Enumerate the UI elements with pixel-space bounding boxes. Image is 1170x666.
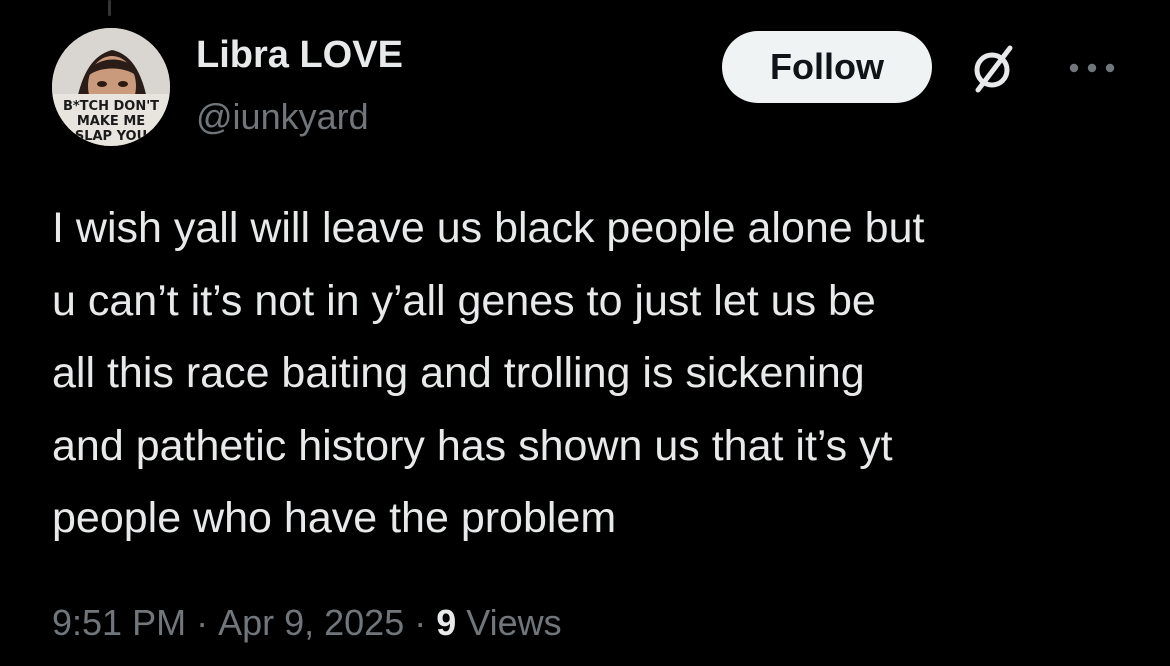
more-horizontal-icon[interactable] bbox=[1062, 48, 1122, 88]
follow-button[interactable]: Follow bbox=[722, 31, 932, 103]
meta-separator: · bbox=[196, 602, 209, 643]
tweet-text-line: I wish yall will leave us black people a… bbox=[52, 204, 925, 252]
avatar-sticker-line-1: B*TCH DON'T bbox=[63, 99, 159, 114]
tweet-meta: 9:51 PM · Apr 9, 2025 · 9 Views bbox=[52, 602, 562, 644]
tweet-date[interactable]: Apr 9, 2025 bbox=[218, 602, 404, 643]
thread-connector-line bbox=[108, 0, 111, 16]
avatar-sticker-line-3: SLAP YOU bbox=[75, 129, 147, 144]
avatar-image: B*TCH DON'T MAKE ME SLAP YOU bbox=[52, 28, 170, 146]
avatar[interactable]: B*TCH DON'T MAKE ME SLAP YOU bbox=[52, 28, 170, 146]
author-handle[interactable]: @iunkyard bbox=[196, 96, 369, 138]
views-count[interactable]: 9 bbox=[436, 602, 456, 643]
author-display-name[interactable]: Libra LOVE bbox=[196, 34, 403, 77]
tweet-text-line: and pathetic history has shown us that i… bbox=[52, 421, 893, 470]
tweet-text: I wish yall will leave us black people a… bbox=[52, 192, 1142, 555]
tweet-text-line: u can’t it’s not in y’all genes to just … bbox=[52, 276, 876, 325]
tweet-time[interactable]: 9:51 PM bbox=[52, 602, 186, 643]
tweet-text-line: people who have the problem bbox=[52, 494, 617, 542]
meta-separator: · bbox=[414, 602, 427, 643]
grok-slash-icon[interactable] bbox=[962, 40, 1022, 100]
views-label[interactable]: Views bbox=[466, 602, 561, 643]
tweet-text-line: all this race baiting and trolling is si… bbox=[52, 349, 865, 397]
avatar-sticker-line-2: MAKE ME bbox=[77, 114, 145, 129]
